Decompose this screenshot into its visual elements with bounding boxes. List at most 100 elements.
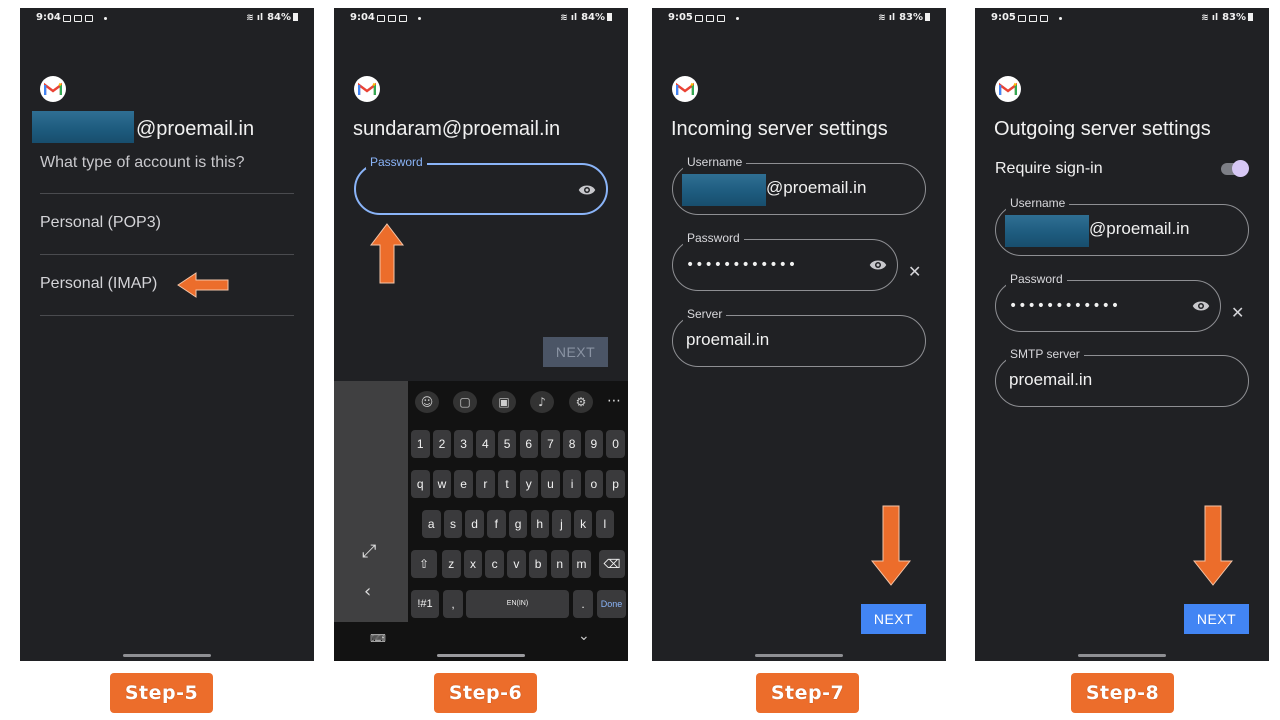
key-1[interactable]: 1: [411, 430, 430, 458]
key-3[interactable]: 3: [454, 430, 473, 458]
key-b[interactable]: b: [528, 550, 548, 578]
key-a[interactable]: a: [422, 510, 441, 538]
server-label: Server: [683, 307, 727, 321]
space-key[interactable]: EN(IN): [466, 590, 569, 618]
key-x[interactable]: x: [463, 550, 483, 578]
username-field[interactable]: Username @proemail.in: [995, 196, 1249, 256]
key-k[interactable]: k: [573, 510, 593, 538]
gesture-bar: [1078, 654, 1166, 657]
step-7-label: Step-7: [756, 673, 859, 713]
status-time: 9:05: [991, 12, 1016, 23]
key-f[interactable]: f: [487, 510, 506, 538]
battery-icon: [607, 13, 612, 21]
shift-key-icon[interactable]: ⇧: [411, 550, 437, 578]
password-label: Password: [1006, 272, 1067, 286]
key-y[interactable]: y: [519, 470, 538, 498]
key-s[interactable]: s: [443, 510, 463, 538]
settings-gear-icon[interactable]: ⚙: [569, 391, 593, 413]
more-icon[interactable]: ⋯: [607, 393, 621, 409]
key-h[interactable]: h: [530, 510, 549, 538]
key-2[interactable]: 2: [432, 430, 452, 458]
key-t[interactable]: t: [497, 470, 517, 498]
phone-screen-step-6: 9:04 ≋ ıl 84% sundaram@proemail.in Passwo…: [334, 8, 628, 661]
key-9[interactable]: 9: [584, 430, 604, 458]
toggle-knob: [1232, 160, 1249, 177]
back-chevron-icon[interactable]: ‹: [364, 581, 371, 602]
key-z[interactable]: z: [442, 550, 461, 578]
key-d[interactable]: d: [465, 510, 484, 538]
password-field[interactable]: Password: [354, 155, 608, 215]
key-n[interactable]: n: [550, 550, 569, 578]
password-field[interactable]: Password ••••••••••••: [672, 231, 898, 291]
status-time: 9:04: [36, 12, 61, 23]
key-4[interactable]: 4: [476, 430, 495, 458]
done-key[interactable]: Done: [597, 590, 626, 618]
username-field[interactable]: Username @proemail.in: [672, 155, 926, 215]
smtp-server-field[interactable]: SMTP server proemail.in: [995, 347, 1249, 407]
key-l[interactable]: l: [595, 510, 615, 538]
show-password-eye-icon[interactable]: [1192, 297, 1210, 315]
username-suffix: @proemail.in: [1089, 219, 1190, 238]
account-type-question: What type of account is this?: [40, 154, 245, 171]
key-m[interactable]: m: [572, 550, 591, 578]
key-p[interactable]: p: [606, 470, 625, 498]
key-w[interactable]: w: [432, 470, 452, 498]
key-e[interactable]: e: [454, 470, 473, 498]
phone-screen-step-7: 9:05 ≋ ıl 83% Incoming server settings Us…: [652, 8, 946, 661]
next-button[interactable]: NEXT: [543, 337, 608, 367]
clear-password-close-icon[interactable]: ✕: [908, 262, 921, 281]
gesture-bar: [755, 654, 843, 657]
sticker-icon[interactable]: ▣: [492, 391, 516, 413]
key-0[interactable]: 0: [606, 430, 625, 458]
emoji-icon[interactable]: ☺: [415, 391, 439, 413]
period-key[interactable]: .: [573, 590, 593, 618]
username-label: Username: [683, 155, 747, 169]
notification-dot-icon: [104, 17, 107, 20]
key-c[interactable]: c: [485, 550, 504, 578]
clipboard-icon[interactable]: ▢: [453, 391, 477, 413]
microphone-icon[interactable]: ♪: [530, 391, 554, 413]
key-q[interactable]: q: [411, 470, 430, 498]
step-8-label: Step-8: [1071, 673, 1174, 713]
key-6[interactable]: 6: [519, 430, 538, 458]
key-8[interactable]: 8: [562, 430, 582, 458]
step-6-label: Step-6: [434, 673, 537, 713]
comma-key[interactable]: ,: [443, 590, 463, 618]
notification-dot-icon: [418, 17, 421, 20]
hide-keyboard-chevron-icon[interactable]: ⌄: [578, 628, 590, 644]
key-5[interactable]: 5: [497, 430, 517, 458]
symbols-key[interactable]: !#1: [411, 590, 439, 618]
require-signin-toggle[interactable]: [1221, 160, 1249, 177]
backspace-key-icon[interactable]: ⌫: [599, 550, 625, 578]
divider: [40, 254, 294, 255]
key-i[interactable]: i: [562, 470, 582, 498]
key-o[interactable]: o: [584, 470, 604, 498]
key-j[interactable]: j: [552, 510, 571, 538]
status-bar: 9:05 ≋ ıl 83%: [991, 12, 1253, 26]
option-imap[interactable]: Personal (IMAP): [40, 275, 157, 293]
smtp-server-value: proemail.in: [1009, 370, 1093, 389]
key-7[interactable]: 7: [541, 430, 560, 458]
account-email-suffix: @proemail.in: [136, 118, 255, 140]
next-button[interactable]: NEXT: [861, 604, 926, 634]
option-pop3[interactable]: Personal (POP3): [40, 214, 161, 232]
battery-icon: [925, 13, 930, 21]
require-signin-label: Require sign-in: [995, 160, 1103, 177]
image-icon: [1018, 15, 1026, 22]
battery-percent: 83%: [899, 12, 923, 23]
show-password-eye-icon[interactable]: [869, 256, 887, 274]
resize-keyboard-icon[interactable]: ⤢: [362, 541, 376, 562]
key-r[interactable]: r: [476, 470, 495, 498]
phone-screen-step-5: 9:04 ≋ ıl 84% @proemail.in What type of a…: [20, 8, 314, 661]
key-u[interactable]: u: [541, 470, 560, 498]
show-password-eye-icon[interactable]: [578, 181, 596, 199]
key-g[interactable]: g: [508, 510, 528, 538]
keyboard-icon[interactable]: ⌨: [370, 632, 386, 645]
password-field[interactable]: Password ••••••••••••: [995, 272, 1221, 332]
server-field[interactable]: Server proemail.in: [672, 307, 926, 367]
password-label: Password: [366, 155, 427, 169]
step-5-label: Step-5: [110, 673, 213, 713]
clear-password-close-icon[interactable]: ✕: [1231, 303, 1244, 322]
next-button[interactable]: NEXT: [1184, 604, 1249, 634]
key-v[interactable]: v: [507, 550, 526, 578]
